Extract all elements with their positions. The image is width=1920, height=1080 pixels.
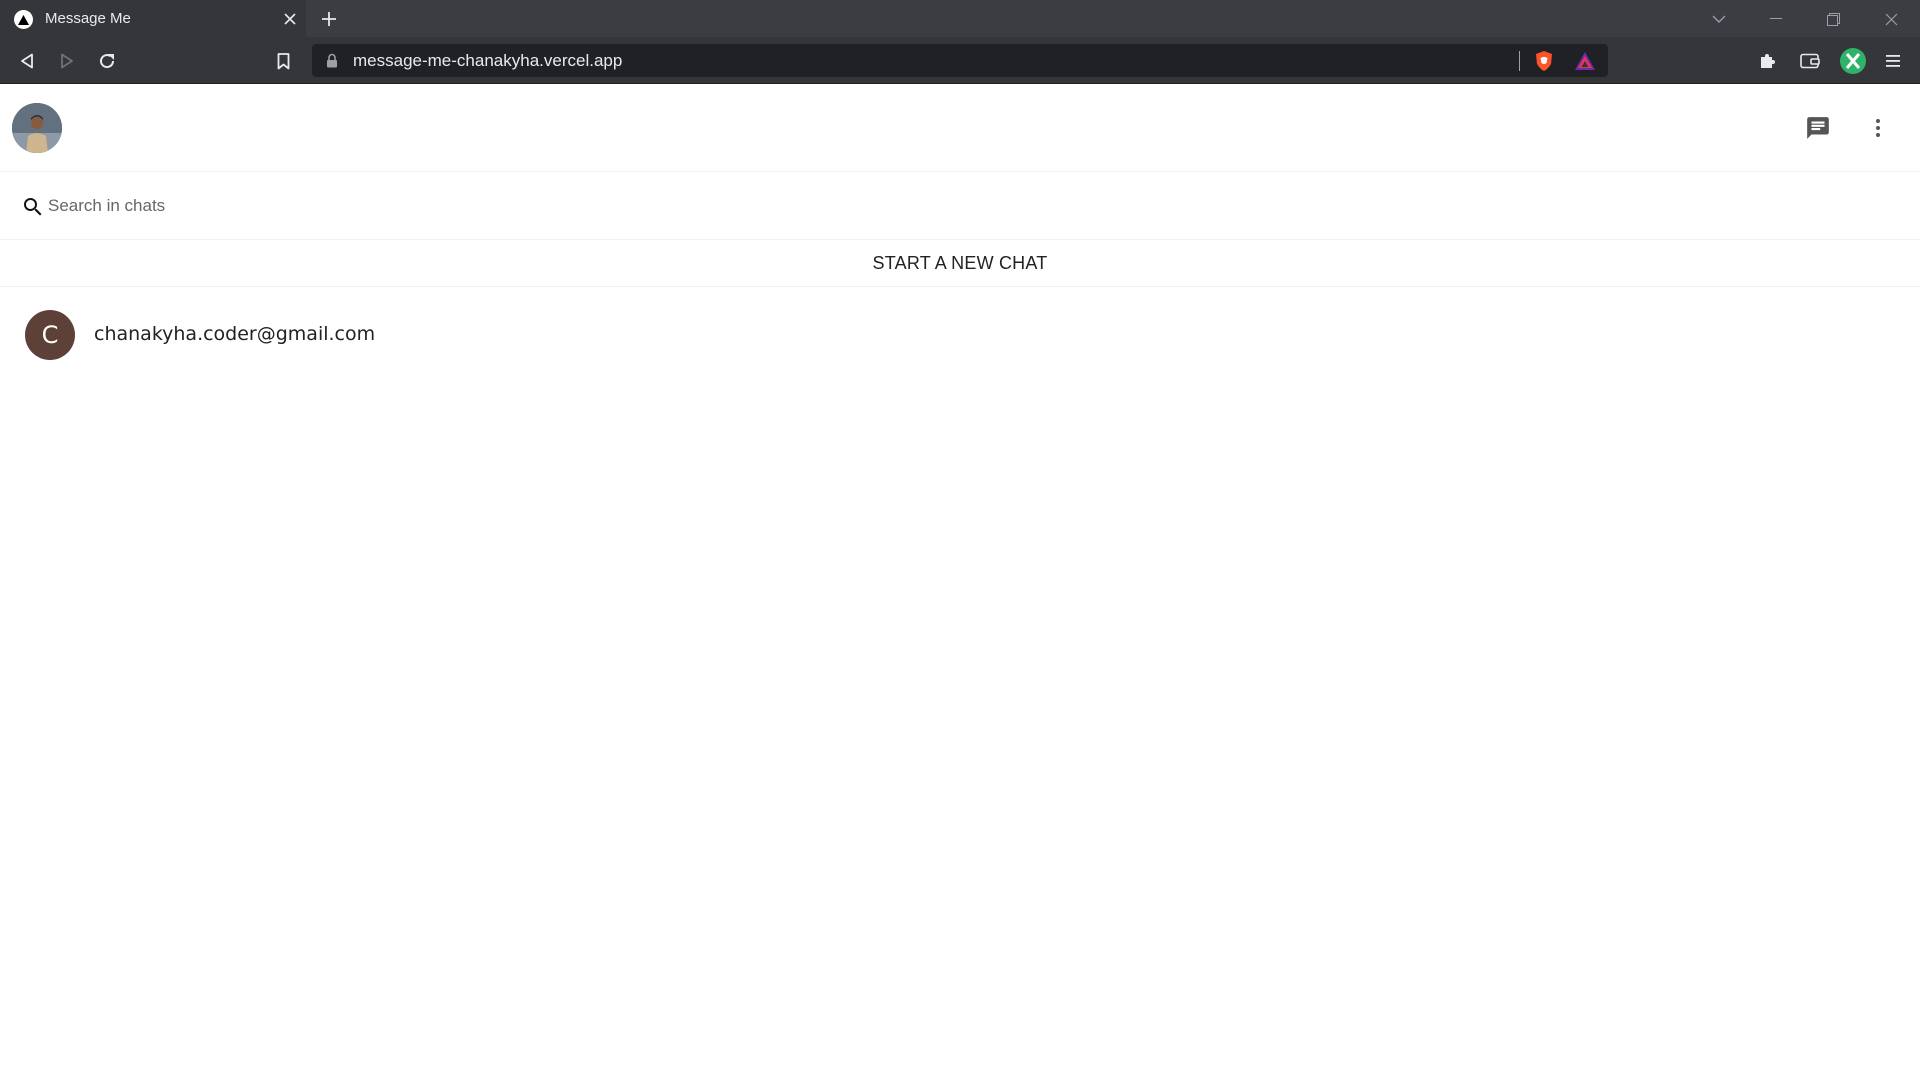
window-close-icon[interactable]	[1879, 8, 1903, 30]
close-icon[interactable]	[280, 9, 300, 29]
reload-icon[interactable]	[94, 48, 120, 74]
wallet-icon[interactable]	[1797, 48, 1823, 74]
chat-list-item[interactable]: C chanakyha.coder@gmail.com	[0, 288, 1920, 388]
chat-list: C chanakyha.coder@gmail.com	[0, 288, 1920, 388]
menu-icon[interactable]	[1880, 48, 1906, 74]
search-bar	[0, 172, 1920, 240]
brave-shield-icon[interactable]	[1533, 50, 1555, 72]
profile-icon[interactable]	[1840, 48, 1866, 74]
address-separator	[1519, 51, 1520, 71]
chat-email: chanakyha.coder@gmail.com	[94, 323, 376, 345]
new-chat-icon[interactable]	[1798, 108, 1838, 148]
back-icon[interactable]	[14, 48, 40, 74]
chat-avatar: C	[25, 310, 75, 360]
search-input[interactable]	[48, 192, 648, 220]
search-icon	[20, 194, 46, 220]
new-tab-plus-icon[interactable]	[318, 8, 340, 30]
brave-rewards-icon[interactable]	[1574, 50, 1596, 72]
address-url[interactable]: message-me-chanakyha.vercel.app	[353, 51, 622, 71]
app-header	[0, 84, 1920, 172]
puzzle-icon[interactable]	[1754, 48, 1780, 74]
tab-search-chevron-icon[interactable]	[1707, 8, 1731, 30]
app-page: START A NEW CHAT C chanakyha.coder@gmail…	[0, 84, 1920, 1080]
more-vert-icon[interactable]	[1858, 108, 1898, 148]
start-new-chat-button[interactable]: START A NEW CHAT	[0, 241, 1920, 287]
forward-icon[interactable]	[54, 48, 80, 74]
user-avatar[interactable]	[12, 103, 62, 153]
browser-tabstrip: Message Me	[0, 0, 1920, 37]
address-bar[interactable]: message-me-chanakyha.vercel.app	[312, 44, 1608, 77]
vercel-triangle-icon	[14, 10, 33, 29]
browser-toolbar: message-me-chanakyha.vercel.app	[0, 37, 1920, 84]
restore-icon[interactable]	[1821, 8, 1845, 30]
lock-icon[interactable]	[326, 53, 340, 68]
browser-tab[interactable]: Message Me	[0, 0, 306, 37]
bookmark-icon[interactable]	[270, 48, 296, 74]
tab-title: Message Me	[45, 10, 131, 27]
minimize-icon[interactable]	[1764, 8, 1788, 30]
